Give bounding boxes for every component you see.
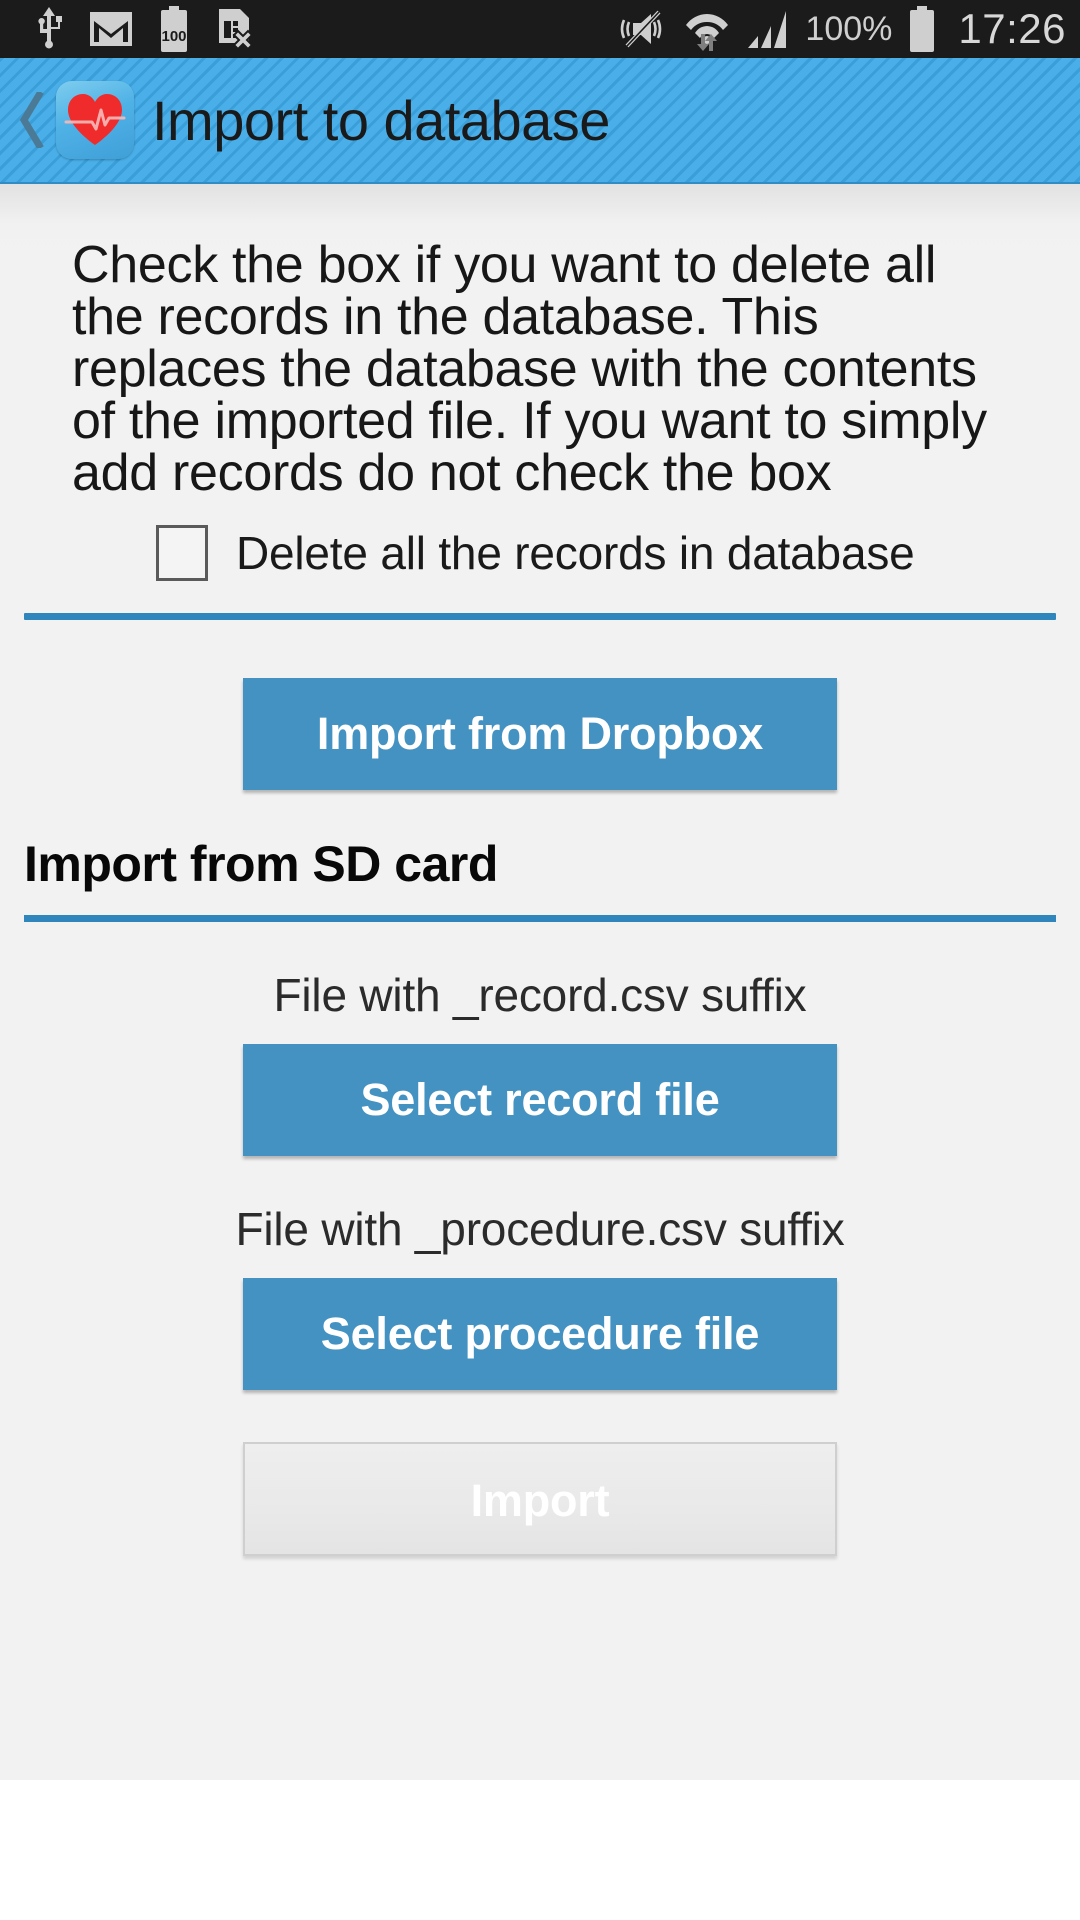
import-from-dropbox-button[interactable]: Import from Dropbox [243, 678, 837, 790]
sim-card-error-icon [216, 7, 256, 51]
status-bar: 100 100% 17:26 [0, 0, 1080, 58]
status-bar-right-icons: 100% 17:26 [617, 5, 1066, 53]
select-record-file-button[interactable]: Select record file [243, 1044, 837, 1156]
battery-100-icon: 100 [158, 6, 190, 52]
battery-percent-label: 100% [805, 9, 893, 48]
record-file-label: File with _record.csv suffix [273, 969, 807, 1021]
divider-top [24, 613, 1056, 620]
status-bar-left-icons: 100 [34, 6, 256, 52]
status-bar-clock: 17:26 [958, 5, 1066, 52]
page-title: Import to database [152, 88, 610, 152]
battery-full-icon [906, 6, 938, 52]
intro-description: Check the box if you want to delete all … [72, 236, 987, 502]
import-button[interactable]: Import [243, 1442, 837, 1556]
main-content: Check the box if you want to delete all … [0, 184, 1080, 1920]
procedure-file-label: File with _procedure.csv suffix [235, 1203, 845, 1255]
delete-records-checkbox-row[interactable]: Delete all the records in database [0, 525, 1080, 581]
wifi-transfer-icon [683, 6, 731, 52]
vibrate-mute-icon [617, 8, 669, 50]
delete-records-checkbox[interactable] [156, 525, 208, 581]
sd-card-section-title: Import from SD card [24, 836, 498, 892]
signal-bars-icon [745, 7, 791, 51]
usb-icon [34, 7, 64, 51]
divider-sd-section [24, 915, 1056, 922]
action-bar: Import to database [0, 58, 1080, 184]
svg-text:100: 100 [161, 28, 186, 45]
heart-pulse-icon [56, 81, 134, 159]
select-procedure-file-button[interactable]: Select procedure file [243, 1278, 837, 1390]
gmail-icon [90, 12, 132, 46]
back-chevron-icon[interactable] [10, 89, 52, 151]
bottom-spacer [0, 1780, 1080, 1920]
delete-records-label: Delete all the records in database [236, 527, 915, 579]
